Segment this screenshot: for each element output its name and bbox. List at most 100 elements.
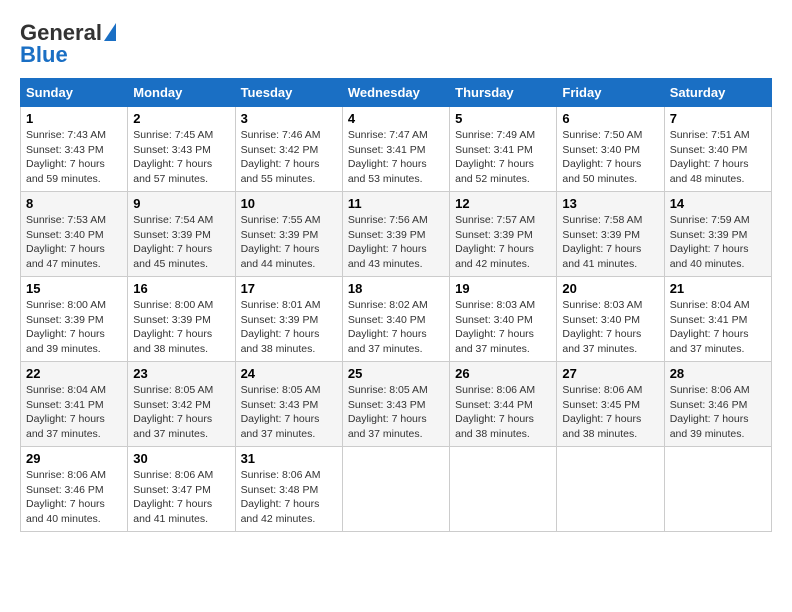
calendar-day-cell [557,447,664,532]
day-number: 6 [562,111,658,126]
logo: General Blue [20,20,116,68]
day-number: 5 [455,111,551,126]
calendar-day-cell: 16 Sunrise: 8:00 AMSunset: 3:39 PMDaylig… [128,277,235,362]
day-number: 21 [670,281,766,296]
day-detail: Sunrise: 8:00 AMSunset: 3:39 PMDaylight:… [26,299,106,355]
dow-header: Sunday [21,79,128,107]
day-detail: Sunrise: 7:50 AMSunset: 3:40 PMDaylight:… [562,129,642,185]
day-detail: Sunrise: 7:55 AMSunset: 3:39 PMDaylight:… [241,214,321,270]
day-number: 15 [26,281,122,296]
day-detail: Sunrise: 7:58 AMSunset: 3:39 PMDaylight:… [562,214,642,270]
calendar-day-cell: 29 Sunrise: 8:06 AMSunset: 3:46 PMDaylig… [21,447,128,532]
day-detail: Sunrise: 7:46 AMSunset: 3:42 PMDaylight:… [241,129,321,185]
calendar-day-cell: 26 Sunrise: 8:06 AMSunset: 3:44 PMDaylig… [450,362,557,447]
day-number: 22 [26,366,122,381]
day-number: 7 [670,111,766,126]
day-number: 8 [26,196,122,211]
day-detail: Sunrise: 7:57 AMSunset: 3:39 PMDaylight:… [455,214,535,270]
day-detail: Sunrise: 8:04 AMSunset: 3:41 PMDaylight:… [26,384,106,440]
day-number: 13 [562,196,658,211]
calendar-day-cell: 17 Sunrise: 8:01 AMSunset: 3:39 PMDaylig… [235,277,342,362]
day-detail: Sunrise: 8:06 AMSunset: 3:44 PMDaylight:… [455,384,535,440]
calendar-day-cell: 8 Sunrise: 7:53 AMSunset: 3:40 PMDayligh… [21,192,128,277]
day-number: 10 [241,196,337,211]
calendar-day-cell: 23 Sunrise: 8:05 AMSunset: 3:42 PMDaylig… [128,362,235,447]
calendar-day-cell [342,447,449,532]
day-detail: Sunrise: 8:06 AMSunset: 3:48 PMDaylight:… [241,469,321,525]
day-detail: Sunrise: 7:49 AMSunset: 3:41 PMDaylight:… [455,129,535,185]
logo-blue: Blue [20,42,68,68]
calendar-day-cell: 13 Sunrise: 7:58 AMSunset: 3:39 PMDaylig… [557,192,664,277]
calendar-day-cell: 15 Sunrise: 8:00 AMSunset: 3:39 PMDaylig… [21,277,128,362]
day-detail: Sunrise: 8:05 AMSunset: 3:43 PMDaylight:… [348,384,428,440]
calendar-day-cell: 30 Sunrise: 8:06 AMSunset: 3:47 PMDaylig… [128,447,235,532]
day-number: 11 [348,196,444,211]
calendar-day-cell: 6 Sunrise: 7:50 AMSunset: 3:40 PMDayligh… [557,107,664,192]
day-number: 31 [241,451,337,466]
calendar-day-cell: 21 Sunrise: 8:04 AMSunset: 3:41 PMDaylig… [664,277,771,362]
day-number: 20 [562,281,658,296]
day-detail: Sunrise: 7:59 AMSunset: 3:39 PMDaylight:… [670,214,750,270]
day-number: 9 [133,196,229,211]
page-header: General Blue [20,20,772,68]
day-detail: Sunrise: 8:06 AMSunset: 3:46 PMDaylight:… [26,469,106,525]
calendar-week-row: 1 Sunrise: 7:43 AMSunset: 3:43 PMDayligh… [21,107,772,192]
calendar-day-cell: 19 Sunrise: 8:03 AMSunset: 3:40 PMDaylig… [450,277,557,362]
dow-header: Friday [557,79,664,107]
calendar-day-cell: 31 Sunrise: 8:06 AMSunset: 3:48 PMDaylig… [235,447,342,532]
day-number: 12 [455,196,551,211]
calendar-day-cell: 20 Sunrise: 8:03 AMSunset: 3:40 PMDaylig… [557,277,664,362]
calendar-day-cell [664,447,771,532]
day-detail: Sunrise: 8:06 AMSunset: 3:46 PMDaylight:… [670,384,750,440]
day-number: 14 [670,196,766,211]
day-number: 1 [26,111,122,126]
calendar-week-row: 15 Sunrise: 8:00 AMSunset: 3:39 PMDaylig… [21,277,772,362]
calendar-day-cell: 22 Sunrise: 8:04 AMSunset: 3:41 PMDaylig… [21,362,128,447]
calendar-day-cell: 10 Sunrise: 7:55 AMSunset: 3:39 PMDaylig… [235,192,342,277]
day-number: 26 [455,366,551,381]
logo-arrow-icon [104,23,116,41]
dow-header: Thursday [450,79,557,107]
calendar-day-cell: 9 Sunrise: 7:54 AMSunset: 3:39 PMDayligh… [128,192,235,277]
day-detail: Sunrise: 7:47 AMSunset: 3:41 PMDaylight:… [348,129,428,185]
day-number: 18 [348,281,444,296]
day-detail: Sunrise: 7:45 AMSunset: 3:43 PMDaylight:… [133,129,213,185]
day-number: 24 [241,366,337,381]
day-detail: Sunrise: 8:05 AMSunset: 3:42 PMDaylight:… [133,384,213,440]
day-number: 3 [241,111,337,126]
dow-header: Tuesday [235,79,342,107]
day-detail: Sunrise: 8:00 AMSunset: 3:39 PMDaylight:… [133,299,213,355]
day-number: 16 [133,281,229,296]
day-number: 23 [133,366,229,381]
days-of-week-row: SundayMondayTuesdayWednesdayThursdayFrid… [21,79,772,107]
day-detail: Sunrise: 8:06 AMSunset: 3:45 PMDaylight:… [562,384,642,440]
day-detail: Sunrise: 8:04 AMSunset: 3:41 PMDaylight:… [670,299,750,355]
calendar-day-cell: 12 Sunrise: 7:57 AMSunset: 3:39 PMDaylig… [450,192,557,277]
day-number: 29 [26,451,122,466]
day-number: 25 [348,366,444,381]
day-detail: Sunrise: 8:03 AMSunset: 3:40 PMDaylight:… [455,299,535,355]
calendar-day-cell: 24 Sunrise: 8:05 AMSunset: 3:43 PMDaylig… [235,362,342,447]
calendar-day-cell: 25 Sunrise: 8:05 AMSunset: 3:43 PMDaylig… [342,362,449,447]
calendar-week-row: 8 Sunrise: 7:53 AMSunset: 3:40 PMDayligh… [21,192,772,277]
calendar-day-cell: 7 Sunrise: 7:51 AMSunset: 3:40 PMDayligh… [664,107,771,192]
day-detail: Sunrise: 8:06 AMSunset: 3:47 PMDaylight:… [133,469,213,525]
calendar-week-row: 22 Sunrise: 8:04 AMSunset: 3:41 PMDaylig… [21,362,772,447]
calendar-day-cell [450,447,557,532]
calendar-day-cell: 27 Sunrise: 8:06 AMSunset: 3:45 PMDaylig… [557,362,664,447]
day-number: 19 [455,281,551,296]
day-number: 27 [562,366,658,381]
day-detail: Sunrise: 8:05 AMSunset: 3:43 PMDaylight:… [241,384,321,440]
day-number: 30 [133,451,229,466]
day-detail: Sunrise: 8:02 AMSunset: 3:40 PMDaylight:… [348,299,428,355]
dow-header: Saturday [664,79,771,107]
day-detail: Sunrise: 7:51 AMSunset: 3:40 PMDaylight:… [670,129,750,185]
calendar-day-cell: 14 Sunrise: 7:59 AMSunset: 3:39 PMDaylig… [664,192,771,277]
day-detail: Sunrise: 8:01 AMSunset: 3:39 PMDaylight:… [241,299,321,355]
calendar-day-cell: 4 Sunrise: 7:47 AMSunset: 3:41 PMDayligh… [342,107,449,192]
calendar-day-cell: 11 Sunrise: 7:56 AMSunset: 3:39 PMDaylig… [342,192,449,277]
day-number: 4 [348,111,444,126]
day-number: 17 [241,281,337,296]
calendar-day-cell: 1 Sunrise: 7:43 AMSunset: 3:43 PMDayligh… [21,107,128,192]
day-number: 28 [670,366,766,381]
